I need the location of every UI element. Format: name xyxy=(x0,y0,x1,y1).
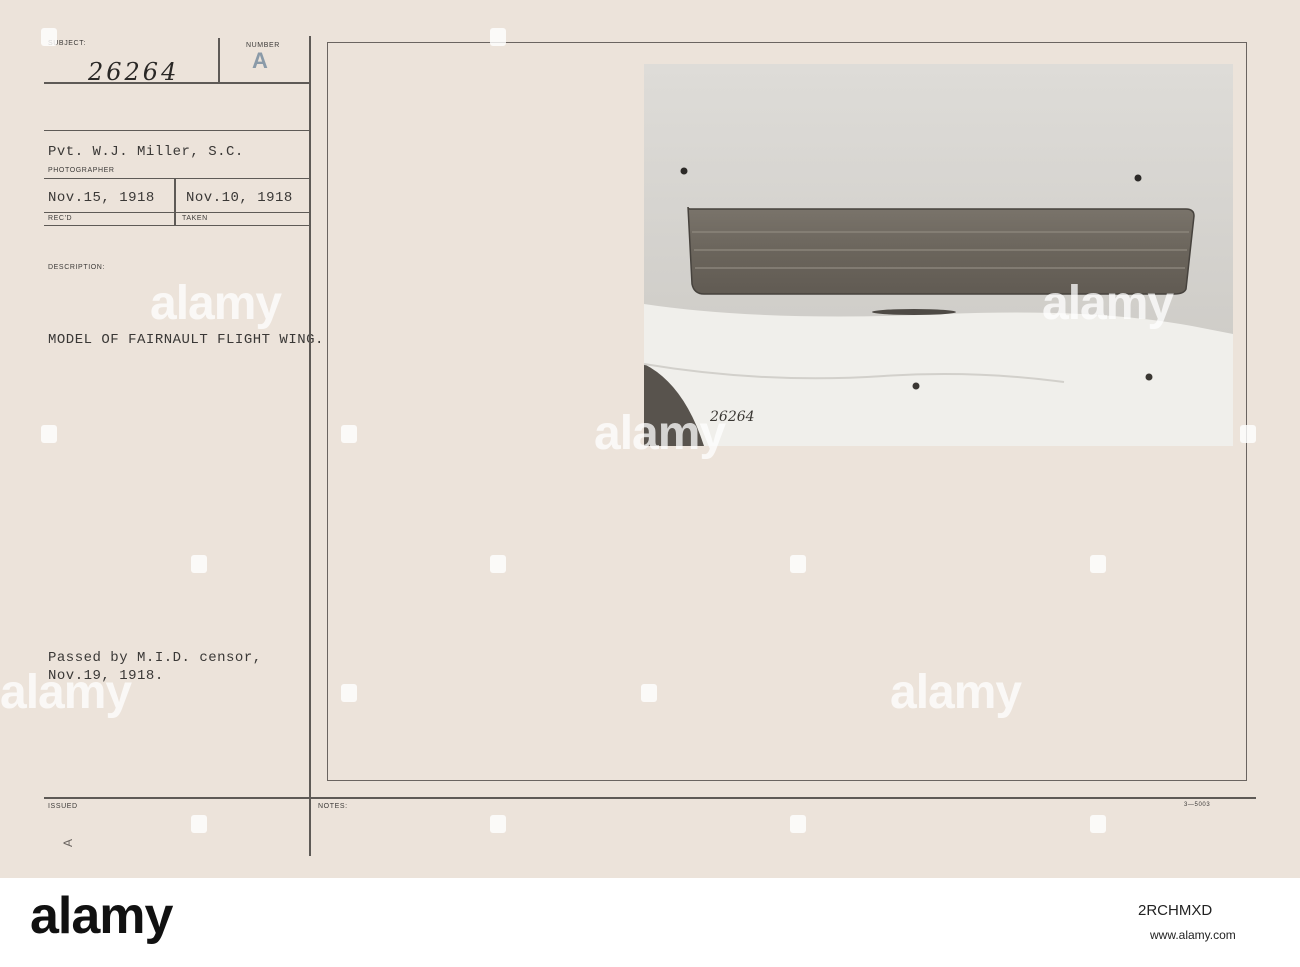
watermark-logo: alamy xyxy=(150,277,282,330)
watermark-pin xyxy=(1090,815,1106,833)
watermark-pin xyxy=(1240,425,1256,443)
watermark-pin xyxy=(341,684,357,702)
vertical-rule-dates xyxy=(174,178,176,226)
censor-line-1: Passed by M.I.D. censor, xyxy=(48,650,262,666)
notes-label: NOTES: xyxy=(318,803,348,810)
number-value: A xyxy=(252,48,268,73)
watermark-logo: alamy xyxy=(0,666,132,719)
photographer-label: PHOTOGRAPHER xyxy=(48,167,115,174)
left-column-divider xyxy=(309,36,311,856)
bottom-rule xyxy=(44,797,1256,799)
watermark-pin xyxy=(1090,555,1106,573)
received-date: Nov.15, 1918 xyxy=(48,190,155,206)
watermark-pin xyxy=(41,425,57,443)
watermark-pin xyxy=(490,815,506,833)
watermark-pin xyxy=(490,555,506,573)
footer-logo: alamy xyxy=(30,887,173,945)
description-label: DESCRIPTION: xyxy=(48,264,105,271)
rule-under-photographer xyxy=(44,178,309,179)
watermark-logo: alamy xyxy=(594,407,726,460)
photographer-name: Pvt. W.J. Miller, S.C. xyxy=(48,144,244,160)
archive-card: SUBJECT: NUMBER 26264 A Pvt. W.J. Miller… xyxy=(0,0,1300,878)
watermark-pin xyxy=(191,555,207,573)
rule-under-subject xyxy=(44,82,309,84)
issued-mark: A xyxy=(61,838,76,848)
watermark-pin xyxy=(790,555,806,573)
taken-date: Nov.10, 1918 xyxy=(186,190,293,206)
watermark-pin xyxy=(41,28,57,46)
watermark-pin xyxy=(490,28,506,46)
watermark-footer: alamy 2RCHMXD www.alamy.com xyxy=(0,878,1300,967)
watermark-logo: alamy xyxy=(890,666,1022,719)
form-number: 3—5003 xyxy=(1184,802,1211,808)
watermark-pin xyxy=(191,815,207,833)
watermark-pin xyxy=(790,815,806,833)
footer-image-id: 2RCHMXD xyxy=(1138,902,1213,919)
received-label: REC'D xyxy=(48,215,73,222)
footer-site: www.alamy.com xyxy=(1150,928,1236,942)
taken-label: TAKEN xyxy=(182,215,208,222)
issued-label: ISSUED xyxy=(48,803,78,810)
watermark-logo: alamy xyxy=(1042,277,1174,330)
rule-under-dates xyxy=(44,212,309,213)
rule-above-photographer xyxy=(44,130,309,131)
rule-under-date-labels xyxy=(44,225,309,226)
photo-image xyxy=(644,64,1233,446)
vertical-rule-number xyxy=(218,38,220,82)
watermark-pin xyxy=(641,684,657,702)
wing-photograph: 26264 xyxy=(644,64,1233,446)
watermark-pin xyxy=(341,425,357,443)
description-text: MODEL OF FAIRNAULT FLIGHT WING. xyxy=(48,332,324,348)
